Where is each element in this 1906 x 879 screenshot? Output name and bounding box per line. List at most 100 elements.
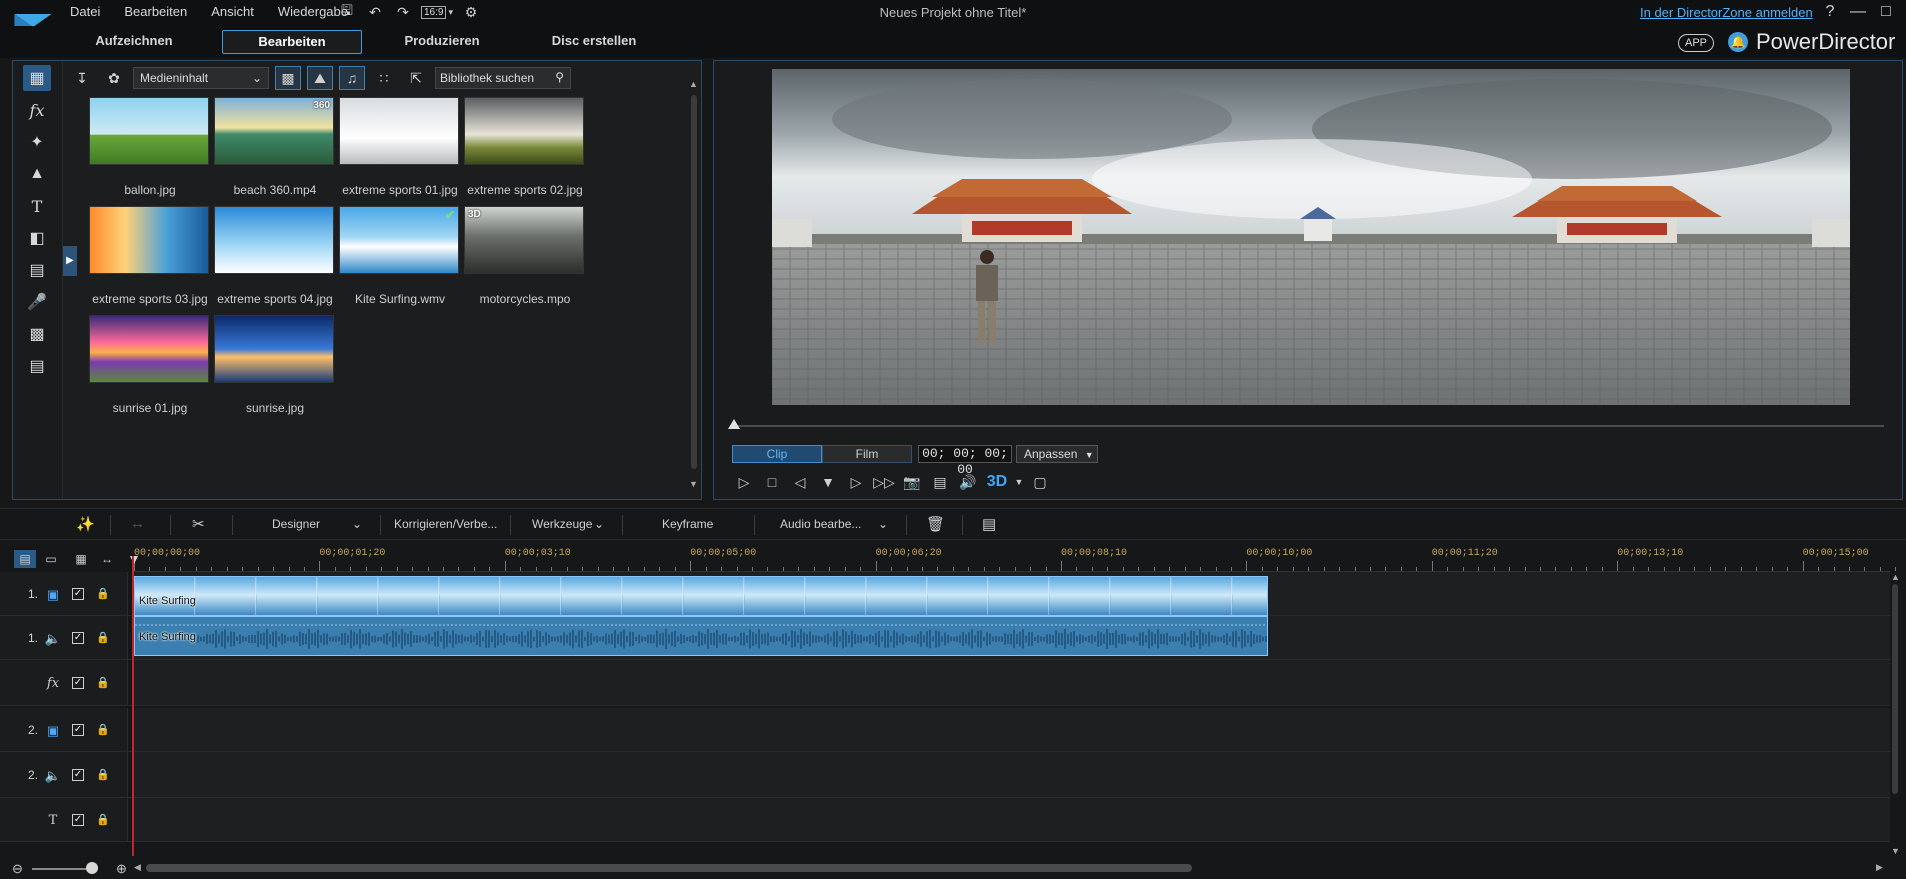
audio-edit-button[interactable]: Audio bearbe... xyxy=(780,517,861,531)
media-thumbnail[interactable]: 360 xyxy=(214,97,334,165)
track-area[interactable] xyxy=(132,660,1890,705)
fit-timeline-icon[interactable]: ↔ xyxy=(96,550,118,568)
chapter-room-icon[interactable]: ▩ xyxy=(23,321,51,347)
timeline-scroll-thumb[interactable] xyxy=(1892,584,1898,794)
media-thumbnail[interactable] xyxy=(89,97,209,165)
media-thumbnail[interactable] xyxy=(464,97,584,165)
transition-room-icon[interactable]: ◧ xyxy=(23,225,51,251)
track-enable-checkbox[interactable]: ✓ xyxy=(72,588,84,600)
chevron-down-icon[interactable]: ⌄ xyxy=(878,517,888,531)
track-enable-checkbox[interactable]: ✓ xyxy=(72,632,84,644)
plugin-icon[interactable]: ✿ xyxy=(101,66,127,90)
split-marker-icon[interactable]: ▼ xyxy=(816,471,840,493)
media-item[interactable]: sunrise.jpg xyxy=(192,315,342,445)
fullscreen-library-icon[interactable]: ⇱ xyxy=(403,66,429,90)
app-badge[interactable]: APP xyxy=(1678,34,1715,52)
audio-clip[interactable]: Kite Surfing xyxy=(134,616,1268,656)
correct-enhance-button[interactable]: Korrigieren/Verbe... xyxy=(394,517,497,531)
track-enable-checkbox[interactable]: ✓ xyxy=(72,724,84,736)
settings-gear-icon[interactable]: ⚙ xyxy=(462,3,480,21)
film-mode-button[interactable]: Film xyxy=(822,445,912,463)
scroll-up-icon[interactable]: ▲ xyxy=(689,79,698,89)
tools-button[interactable]: Werkzeuge xyxy=(532,517,592,531)
track-lock-icon[interactable]: 🔒 xyxy=(96,676,110,689)
filter-video-icon[interactable]: ▩ xyxy=(275,66,301,90)
track-area[interactable] xyxy=(132,798,1890,841)
track-lock-icon[interactable]: 🔒 xyxy=(96,768,110,781)
media-thumbnail[interactable] xyxy=(89,206,209,274)
library-search-input[interactable]: Bibliothek suchen ⚲ xyxy=(435,67,571,89)
mode-tab-disc-erstellen[interactable]: Disc erstellen xyxy=(524,30,664,54)
video-clip[interactable]: Kite Surfing xyxy=(134,576,1268,616)
subtitle-room-icon[interactable]: ▤ xyxy=(23,353,51,379)
storyboard-view-icon[interactable]: ▭ xyxy=(40,550,62,568)
media-thumbnail[interactable]: 3D xyxy=(464,206,584,274)
designer-button[interactable]: Designer xyxy=(272,517,320,531)
mode-tab-aufzeichnen[interactable]: Aufzeichnen xyxy=(64,30,204,54)
timeline-ruler[interactable]: 00;00;00;00 00;00;01;20 00;00;03;10 00;00;0… xyxy=(134,548,1897,572)
fast-forward-icon[interactable]: ▷▷ xyxy=(872,471,896,493)
help-button[interactable]: ? xyxy=(1820,3,1840,23)
media-thumbnail[interactable] xyxy=(214,206,334,274)
clip-mode-button[interactable]: Clip xyxy=(732,445,822,463)
menu-bearbeiten[interactable]: Bearbeiten xyxy=(112,4,199,19)
particle-room-icon[interactable]: ▲ xyxy=(23,161,51,187)
next-frame-icon[interactable]: ▷ xyxy=(844,471,868,493)
menu-datei[interactable]: Datei xyxy=(58,4,112,19)
audio-mixing-room-icon[interactable]: ▤ xyxy=(23,257,51,283)
scroll-down-icon[interactable]: ▼ xyxy=(689,479,698,489)
search-icon[interactable]: ⚲ xyxy=(555,70,564,84)
directorzone-login-link[interactable]: In der DirectorZone anmelden xyxy=(1640,5,1813,20)
track-area[interactable] xyxy=(132,708,1890,751)
title-room-icon[interactable]: T xyxy=(23,193,51,219)
3d-mode-button[interactable]: 3D xyxy=(984,471,1010,493)
effect-room-icon[interactable]: fx xyxy=(23,97,51,123)
maximize-icon[interactable]: □ xyxy=(1876,3,1896,23)
track-area[interactable] xyxy=(132,752,1890,797)
media-thumbnail[interactable] xyxy=(339,97,459,165)
pip-room-icon[interactable]: ✦ xyxy=(23,129,51,155)
menu-ansicht[interactable]: Ansicht xyxy=(199,4,266,19)
track-lock-icon[interactable]: 🔒 xyxy=(96,723,110,736)
mode-tab-bearbeiten[interactable]: Bearbeiten xyxy=(222,30,362,54)
filter-audio-icon[interactable]: ♫ xyxy=(339,66,365,90)
scroll-right-icon[interactable]: ▶ xyxy=(1876,862,1883,873)
stop-icon[interactable]: □ xyxy=(760,471,784,493)
delete-trash-icon[interactable]: 🗑 xyxy=(926,515,945,533)
view-grid-icon[interactable]: ∷ xyxy=(371,66,397,90)
track-lock-icon[interactable]: 🔒 xyxy=(96,813,110,826)
media-thumbnail[interactable] xyxy=(214,315,334,383)
playhead[interactable] xyxy=(132,556,134,856)
redo-icon[interactable]: ↷ xyxy=(394,3,412,21)
scroll-left-icon[interactable]: ◀ xyxy=(134,862,141,873)
chevron-down-icon[interactable]: ⌄ xyxy=(352,517,362,531)
media-item[interactable]: 3D motorcycles.mpo xyxy=(442,206,592,336)
snapshot-camera-icon[interactable]: 📷 xyxy=(900,471,924,493)
fit-dropdown[interactable]: Anpassen ▼ xyxy=(1016,445,1098,463)
track-enable-checkbox[interactable]: ✓ xyxy=(72,814,84,826)
zoom-out-icon[interactable]: ⊖ xyxy=(12,861,23,877)
subtitle-icon[interactable]: ▤ xyxy=(928,471,952,493)
timeline-vertical-scrollbar[interactable]: ▲ ▼ xyxy=(1890,572,1900,858)
library-scroll-thumb[interactable] xyxy=(691,95,697,469)
more-functions-icon[interactable]: ▤ xyxy=(982,515,996,533)
3d-options-caret-icon[interactable]: ▼ xyxy=(1014,471,1024,493)
scroll-up-icon[interactable]: ▲ xyxy=(1891,572,1900,582)
timeline-view-icon[interactable]: ▤ xyxy=(14,550,36,568)
notification-bell-icon[interactable]: 🔔 xyxy=(1728,32,1748,52)
timecode-display[interactable]: 00; 00; 00; 00 xyxy=(918,445,1012,477)
preview-scrub-handle[interactable] xyxy=(728,419,740,429)
save-icon[interactable]: 🖫 xyxy=(338,2,356,21)
zoom-in-icon[interactable]: ⊕ xyxy=(116,861,127,877)
track-enable-checkbox[interactable]: ✓ xyxy=(72,769,84,781)
preview-scrub-track[interactable] xyxy=(734,425,1884,427)
media-content-dropdown[interactable]: Medieninhalt ⌄ xyxy=(133,67,269,89)
play-icon[interactable]: ▷ xyxy=(732,471,756,493)
import-media-icon[interactable]: ↧ xyxy=(69,66,95,90)
cut-scissors-icon[interactable]: ✂ xyxy=(192,515,205,533)
zoom-slider-knob[interactable] xyxy=(86,862,98,874)
mode-tab-produzieren[interactable]: Produzieren xyxy=(372,30,512,54)
chevron-down-icon[interactable]: ⌄ xyxy=(594,517,604,531)
magic-tools-icon[interactable]: ✨ xyxy=(76,515,95,533)
minimize-icon[interactable]: — xyxy=(1848,3,1868,23)
